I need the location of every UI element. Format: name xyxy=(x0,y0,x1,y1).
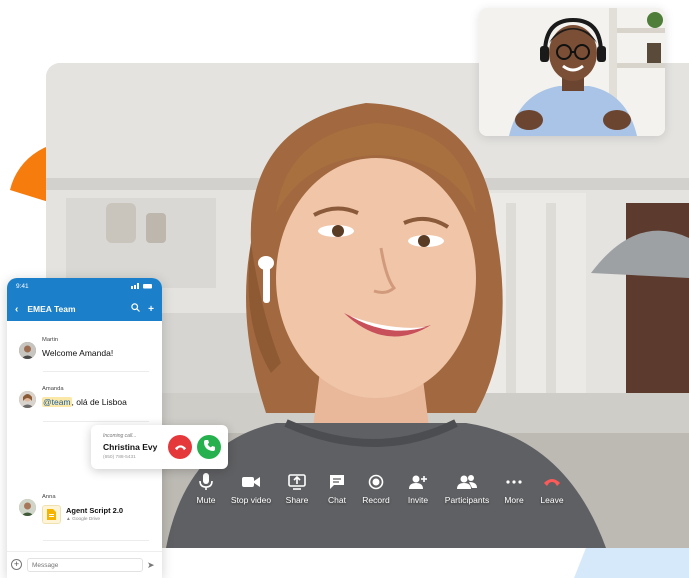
document-file-icon[interactable] xyxy=(42,505,61,524)
mute-label: Mute xyxy=(196,495,216,505)
more-label: More xyxy=(504,495,524,505)
avatar xyxy=(19,499,36,516)
more-dots-icon xyxy=(503,472,525,492)
file-source-label: Google Drive xyxy=(72,517,101,522)
record-icon xyxy=(365,472,387,492)
video-camera-icon xyxy=(240,472,262,492)
message-text: @team, olá de Lisboa xyxy=(42,397,127,407)
file-title[interactable]: Agent Script 2.0 xyxy=(66,506,123,515)
message-divider xyxy=(43,371,149,372)
message-divider xyxy=(43,540,149,541)
chat-message: Amanda @team, olá de Lisboa xyxy=(19,386,149,416)
participants-icon xyxy=(456,472,478,492)
stop-video-button[interactable]: Stop video xyxy=(225,472,277,505)
add-person-icon xyxy=(407,472,429,492)
leave-label: Leave xyxy=(540,495,564,505)
participants-button[interactable]: Participants xyxy=(441,472,493,505)
plus-icon[interactable]: + xyxy=(148,304,154,315)
incoming-call-label: Incoming call... xyxy=(103,433,137,439)
hang-up-icon xyxy=(174,438,187,456)
status-time: 9:41 xyxy=(16,283,29,290)
message-divider xyxy=(43,421,149,422)
avatar xyxy=(19,391,36,408)
message-body: , olá de Lisboa xyxy=(71,397,127,407)
man-video-illustration xyxy=(479,8,665,136)
message-composer: + ➤ xyxy=(7,551,162,578)
caller-name: Christina Evy xyxy=(103,442,158,452)
microphone-icon xyxy=(195,472,217,492)
remote-participant-video[interactable] xyxy=(479,8,665,136)
back-arrow-icon[interactable]: ‹ xyxy=(15,304,18,315)
incoming-call-card: Incoming call... Christina Evy (650) 788… xyxy=(91,425,228,469)
chat-message: Martin Welcome Amanda! xyxy=(19,337,149,367)
chat-title: EMEA Team xyxy=(27,304,76,314)
phone-status-bar: 9:41 xyxy=(7,278,162,297)
add-attachment-icon[interactable]: + xyxy=(11,559,22,570)
record-label: Record xyxy=(362,495,390,505)
message-author: Anna xyxy=(42,494,56,500)
chat-message: Anna Agent Script 2.0 ▲ Google Drive xyxy=(19,494,149,534)
phone-icon xyxy=(203,438,215,456)
avatar xyxy=(19,342,36,359)
chat-bubble-icon xyxy=(326,472,348,492)
decline-call-button[interactable] xyxy=(168,435,192,459)
message-author: Amanda xyxy=(42,386,64,392)
share-label: Share xyxy=(285,495,309,505)
send-icon[interactable]: ➤ xyxy=(147,560,155,571)
mention-tag[interactable]: @team xyxy=(42,397,72,407)
invite-button[interactable]: Invite xyxy=(392,472,444,505)
search-icon[interactable] xyxy=(131,303,141,315)
accept-call-button[interactable] xyxy=(197,435,221,459)
chat-header: ‹ EMEA Team + xyxy=(7,297,162,321)
chat-label: Chat xyxy=(328,495,346,505)
participants-label: Participants xyxy=(444,495,490,505)
invite-label: Invite xyxy=(407,495,429,505)
message-text: Welcome Amanda! xyxy=(42,348,114,358)
stop-video-label: Stop video xyxy=(230,495,272,505)
leave-button[interactable]: Leave xyxy=(526,472,578,505)
status-icons xyxy=(131,283,153,297)
file-source: ▲ Google Drive xyxy=(66,517,100,522)
caller-number: (650) 788-5431 xyxy=(103,455,136,460)
screen-share-icon xyxy=(286,472,308,492)
message-input[interactable] xyxy=(27,558,143,572)
hang-up-icon xyxy=(541,472,563,492)
message-author: Martin xyxy=(42,337,59,343)
